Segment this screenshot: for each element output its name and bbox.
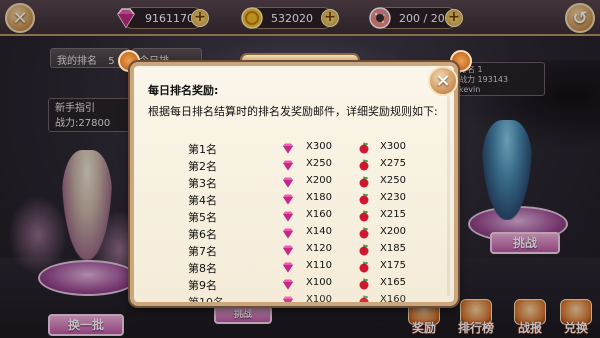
rank-label: 第4名 [188, 194, 217, 207]
apple-icon [359, 159, 369, 171]
gem-icon [283, 296, 293, 302]
gem-reward: X180 [306, 192, 332, 203]
gem-icon [283, 279, 293, 290]
reward-row: 第2名 X250 X275 [134, 157, 454, 174]
reward-row: 第8名 X110 X175 [134, 259, 454, 276]
apple-reward: X160 [380, 294, 406, 305]
apple-icon [359, 176, 369, 188]
apple-reward: X230 [380, 192, 406, 203]
gem-icon [283, 228, 293, 239]
daily-rank-reward-dialog: 每日排名奖励: 根据每日排名结算时的排名发奖励邮件，详细奖励规则如下: 第1名 … [130, 62, 458, 306]
reward-row: 第5名 X160 X215 [134, 208, 454, 225]
gem-reward: X160 [306, 209, 332, 220]
gem-reward: X100 [306, 294, 332, 305]
gem-reward: X250 [306, 158, 332, 169]
apple-icon [359, 142, 369, 154]
close-icon: × [435, 70, 451, 91]
gem-icon [283, 245, 293, 256]
apple-reward: X175 [380, 260, 406, 271]
rank-label: 第3名 [188, 177, 217, 190]
rank-label: 第9名 [188, 279, 217, 292]
apple-icon [359, 278, 369, 290]
apple-icon [359, 295, 369, 302]
apple-reward: X200 [380, 226, 406, 237]
gem-reward: X200 [306, 175, 332, 186]
gem-reward: X120 [306, 243, 332, 254]
rank-label: 第6名 [188, 228, 217, 241]
gem-icon [283, 194, 293, 205]
gem-icon [283, 143, 293, 154]
reward-row: 第9名 X100 X165 [134, 276, 454, 293]
gem-icon [283, 262, 293, 273]
apple-icon [359, 210, 369, 222]
rank-label: 第7名 [188, 245, 217, 258]
apple-icon [359, 244, 369, 256]
rank-label: 第5名 [188, 211, 217, 224]
reward-list: 第1名 X300 X300 第2名 X250 X275 第3名 X200 X25… [134, 140, 454, 306]
apple-reward: X185 [380, 243, 406, 254]
reward-row: 第4名 X180 X230 [134, 191, 454, 208]
rank-label: 第1名 [188, 143, 217, 156]
rank-label: 第8名 [188, 262, 217, 275]
apple-icon [359, 193, 369, 205]
reward-list-scrollbar[interactable] [447, 96, 450, 296]
gem-reward: X140 [306, 226, 332, 237]
gem-reward: X100 [306, 277, 332, 288]
apple-icon [359, 261, 369, 273]
rank-label: 第10名 [188, 296, 224, 306]
gem-reward: X300 [306, 141, 332, 152]
dialog-title: 每日排名奖励: [148, 84, 219, 97]
gem-icon [283, 177, 293, 188]
dialog-description: 根据每日排名结算时的排名发奖励邮件，详细奖励规则如下: [148, 105, 438, 118]
reward-row: 第1名 X300 X300 [134, 140, 454, 157]
apple-reward: X275 [380, 158, 406, 169]
dialog-close-button[interactable]: × [428, 66, 458, 96]
gem-icon [283, 160, 293, 171]
apple-reward: X165 [380, 277, 406, 288]
gem-icon [283, 211, 293, 222]
apple-reward: X215 [380, 209, 406, 220]
reward-row: 第10名 X100 X160 [134, 293, 454, 306]
reward-row: 第6名 X140 X200 [134, 225, 454, 242]
apple-reward: X300 [380, 141, 406, 152]
apple-reward: X250 [380, 175, 406, 186]
apple-icon [359, 227, 369, 239]
gem-reward: X110 [306, 260, 332, 271]
rank-label: 第2名 [188, 160, 217, 173]
reward-row: 第7名 X120 X185 [134, 242, 454, 259]
reward-row: 第3名 X200 X250 [134, 174, 454, 191]
